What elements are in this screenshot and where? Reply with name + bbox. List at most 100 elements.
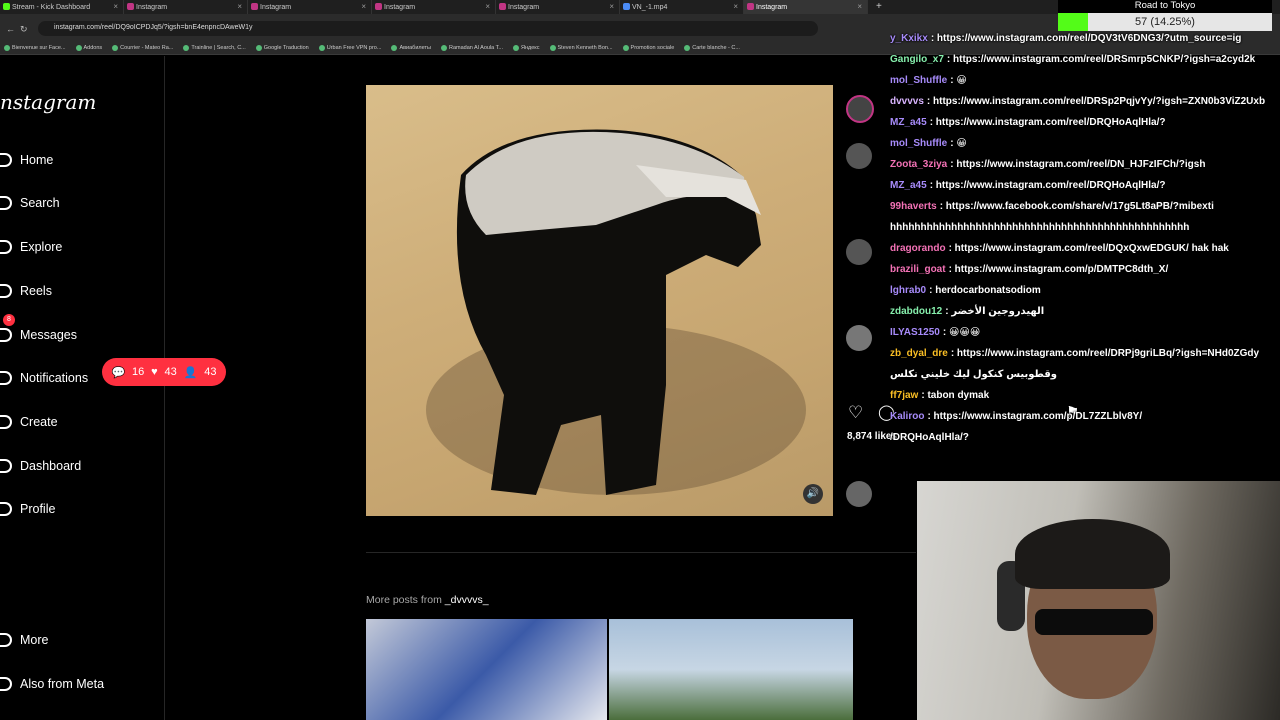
back-icon[interactable]: ← xyxy=(6,24,15,34)
chat-text: : https://www.instagram.com/reel/DN_HJFz… xyxy=(950,159,1206,170)
bookmark[interactable]: Courrier - Mateo Ra... xyxy=(112,42,173,54)
compass-icon xyxy=(0,240,12,254)
bookmark-icon xyxy=(183,45,190,51)
bookmark[interactable]: Trainline | Search, C... xyxy=(183,42,246,54)
streamer-webcam xyxy=(917,481,1280,720)
browser-tab[interactable]: Stream - Kick Dashboard × xyxy=(0,0,124,14)
close-tab-icon[interactable]: × xyxy=(237,2,242,11)
chat-message: Gangilo_x7: https://www.instagram.com/re… xyxy=(890,49,1280,70)
chat-username: dragorando xyxy=(890,243,946,254)
close-tab-icon[interactable]: × xyxy=(485,2,490,11)
browser-tab[interactable]: Instagram × xyxy=(496,0,620,14)
chat-username: ILYAS1250 xyxy=(890,327,940,338)
chat-username: 99haverts xyxy=(890,201,937,212)
chat-text: : https://www.instagram.com/p/DL7ZZLblv8… xyxy=(927,411,1143,422)
instagram-favicon-icon xyxy=(251,3,258,10)
bookmark-icon xyxy=(684,45,691,51)
instagram-favicon-icon xyxy=(127,3,134,10)
bookmark-icon xyxy=(75,45,82,51)
volume-icon[interactable]: 🔊 xyxy=(803,484,823,504)
bookmark[interactable]: Ramadan Al Aoula T... xyxy=(440,42,503,54)
sidebar-item-reels[interactable]: Reels xyxy=(0,280,52,302)
chat-text: : 😀 xyxy=(950,75,967,86)
chat-username: zdabdou12 xyxy=(890,306,943,317)
chat-username: MZ_a45 xyxy=(890,117,927,128)
comment-avatar[interactable] xyxy=(846,239,872,265)
chat-message: ff7jaw: tabon dymak xyxy=(890,385,1280,406)
chat-username: brazili_goat xyxy=(890,264,946,275)
sidebar-item-home[interactable]: Home xyxy=(0,149,53,171)
sidebar-item-dashboard[interactable]: Dashboard xyxy=(0,455,81,477)
post-media[interactable]: 🔊 xyxy=(366,85,833,516)
video-favicon-icon xyxy=(623,3,630,10)
chat-text: : https://www.facebook.com/share/v/17g5L… xyxy=(939,201,1214,212)
new-tab-button[interactable]: + xyxy=(876,0,882,14)
instagram-logo[interactable]: nstagram xyxy=(0,90,96,114)
home-icon xyxy=(0,153,12,167)
close-tab-icon[interactable]: × xyxy=(857,2,862,11)
chat-message: dvvvvs: https://www.instagram.com/reel/D… xyxy=(890,91,1280,112)
chat-username: dvvvvs xyxy=(890,96,924,107)
sidebar-item-explore[interactable]: Explore xyxy=(0,236,62,258)
like-heart-icon[interactable]: ♡ xyxy=(848,403,863,423)
bookmark-icon xyxy=(112,45,119,51)
sidebar-item-profile[interactable]: Profile xyxy=(0,498,55,520)
chat-message: Kaliroo: https://www.instagram.com/p/DL7… xyxy=(890,406,1280,427)
bookmark[interactable]: Steven Kenneth Bon... xyxy=(549,42,613,54)
close-tab-icon[interactable]: × xyxy=(361,2,366,11)
chat-username: y_Kxikx xyxy=(890,33,928,44)
sidebar-item-search[interactable]: Search xyxy=(0,192,60,214)
chat-message: brazili_goat: https://www.instagram.com/… xyxy=(890,259,1280,280)
bookmark[interactable]: Авиабилеты xyxy=(391,42,431,54)
chat-text: : https://www.instagram.com/reel/DRQHoAq… xyxy=(929,180,1166,191)
author-avatar[interactable] xyxy=(846,95,874,123)
browser-tab-active[interactable]: Instagram × xyxy=(744,0,868,14)
bookmark-icon xyxy=(549,45,556,51)
bookmark[interactable]: Bienvenue sur Face... xyxy=(4,42,66,54)
browser-tab[interactable]: Instagram × xyxy=(124,0,248,14)
chat-text: : https://www.instagram.com/reel/DQV3tV6… xyxy=(930,33,1242,44)
chat-message: MZ_a45: https://www.instagram.com/reel/D… xyxy=(890,112,1280,133)
post-thumbnail[interactable] xyxy=(366,619,607,720)
chat-message: mol_Shuffle: 😀 xyxy=(890,70,1280,91)
close-tab-icon[interactable]: × xyxy=(733,2,738,11)
dashboard-icon xyxy=(0,459,12,473)
chat-username: lghrab0 xyxy=(890,285,927,296)
sidebar-item-notifications[interactable]: Notifications xyxy=(0,367,88,389)
chat-message: ILYAS1250: 😀😀😀 xyxy=(890,322,1280,343)
sidebar-item-more[interactable]: More xyxy=(0,629,48,651)
browser-tab[interactable]: VN_-1.mp4 × xyxy=(620,0,744,14)
bookmark[interactable]: Carte blanche - C... xyxy=(684,42,740,54)
bookmark[interactable]: Google Traduction xyxy=(255,42,309,54)
sidebar-item-also-from-meta[interactable]: Also from Meta xyxy=(0,673,104,695)
close-tab-icon[interactable]: × xyxy=(609,2,614,11)
sidebar-item-create[interactable]: Create xyxy=(0,411,58,433)
bookmark[interactable]: Urban Free VPN pro... xyxy=(318,42,381,54)
browser-tab[interactable]: Instagram × xyxy=(248,0,372,14)
chat-message: lghrab0: herdocarbonatsodiom xyxy=(890,280,1280,301)
chat-message: وقطوبيس كنكول ليك خليني نكلس xyxy=(890,364,1280,385)
reload-icon[interactable]: ↻ xyxy=(20,24,28,35)
sidebar-item-messages[interactable]: 8 Messages xyxy=(0,314,77,346)
close-tab-icon[interactable]: × xyxy=(113,2,118,11)
browser-tab[interactable]: Instagram × xyxy=(372,0,496,14)
chat-message: y_Kxikx: https://www.instagram.com/reel/… xyxy=(890,28,1280,49)
bookmark[interactable]: Promotion sociale xyxy=(622,42,674,54)
chat-message: zdabdou12: الهيدروجين الأخضر xyxy=(890,301,1280,322)
url-field[interactable]: instagram.com/reel/DQ9oICPDJq5/?igsh=bnE… xyxy=(38,21,818,36)
chat-text: hhhhhhhhhhhhhhhhhhhhhhhhhhhhhhhhhhhhhhhh… xyxy=(890,222,1190,233)
post-thumbnail[interactable] xyxy=(609,619,853,720)
comment-avatar[interactable] xyxy=(846,143,872,169)
notifications-summary-pill[interactable]: 💬 16 ♥ 43 👤 43 xyxy=(102,358,226,386)
chat-text: : 😀 xyxy=(950,138,967,149)
more-posts-username[interactable]: _dvvvvs_ xyxy=(445,594,489,606)
messages-badge: 8 xyxy=(3,314,15,326)
chat-message: Zoota_3ziya: https://www.instagram.com/r… xyxy=(890,154,1280,175)
chat-text: /DRQHoAqlHla/? xyxy=(890,432,969,443)
instagram-favicon-icon xyxy=(499,3,506,10)
bookmark[interactable]: Яндекс xyxy=(513,42,540,54)
bookmark-icon xyxy=(4,45,10,51)
bookmark[interactable]: Addons xyxy=(75,42,102,54)
comment-avatar[interactable] xyxy=(846,325,872,351)
chat-message: mol_Shuffle: 😀 xyxy=(890,133,1280,154)
